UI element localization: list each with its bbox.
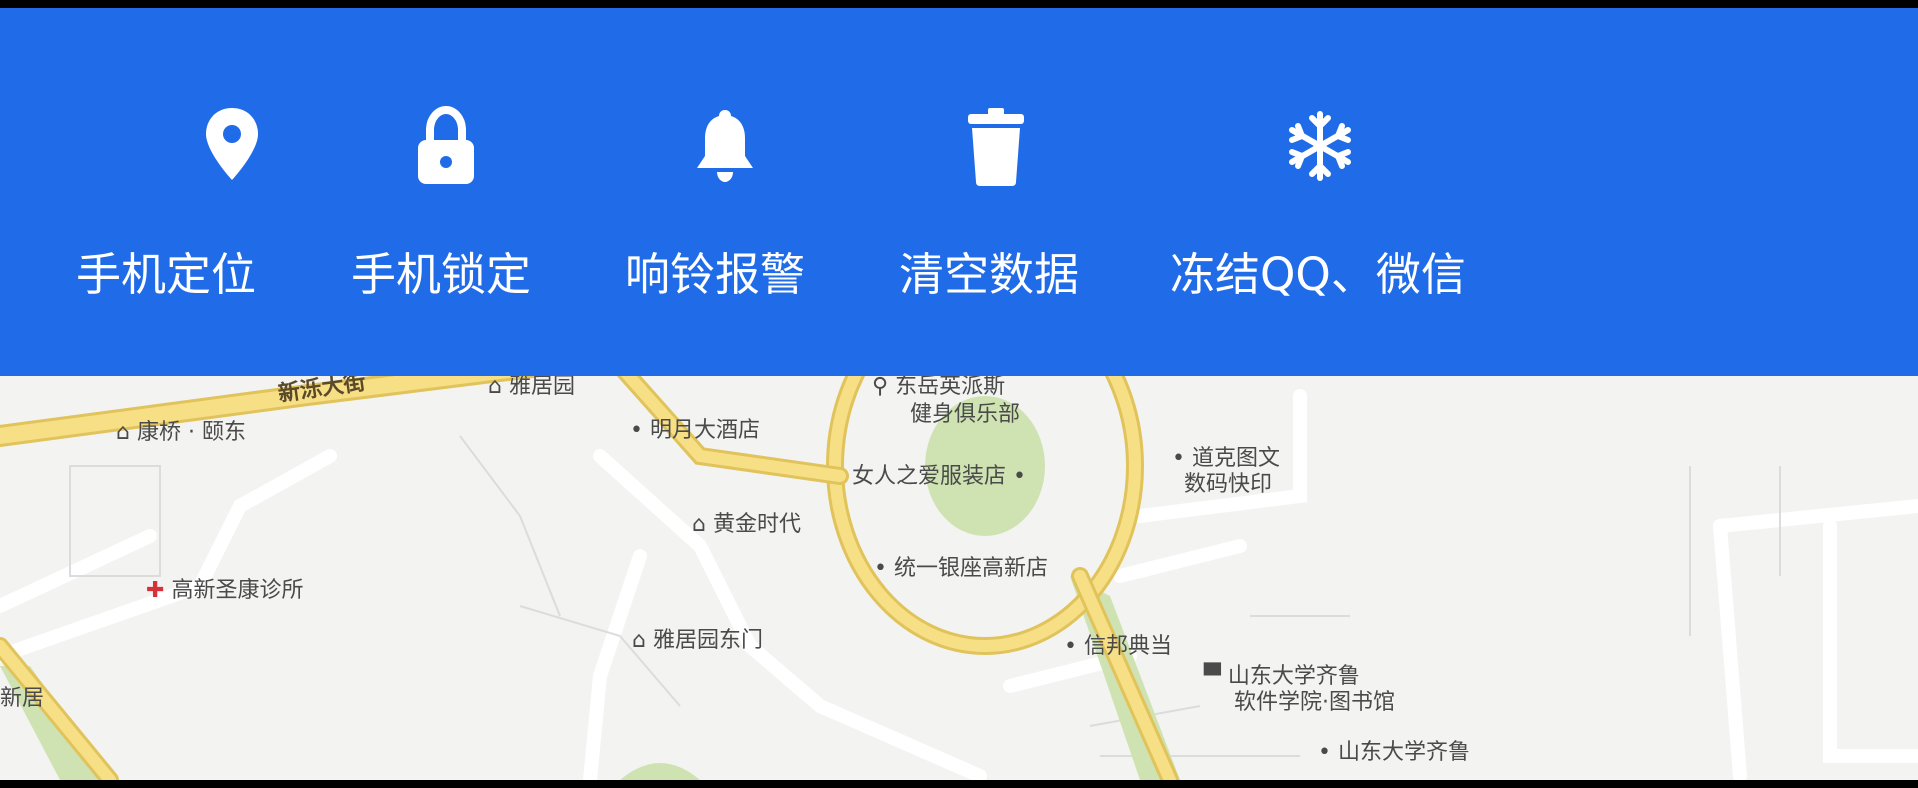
snowflake-icon bbox=[1289, 111, 1351, 181]
lock-phone-button[interactable]: 手机锁定 bbox=[338, 8, 558, 376]
map-poi-line2: 健身俱乐部 bbox=[910, 402, 1021, 427]
map-poi-line2: 软件学院·图书馆 bbox=[1234, 690, 1395, 715]
map-poi[interactable]: 新居 bbox=[0, 686, 44, 712]
screen-bottom-border bbox=[0, 780, 1918, 788]
map-poi[interactable]: • 山东大学齐鲁 bbox=[1318, 740, 1470, 766]
locate-phone-button[interactable]: 手机定位 bbox=[60, 8, 280, 376]
map-poi[interactable]: 女人之爱服装店 • bbox=[852, 464, 1026, 490]
location-pin-icon bbox=[206, 108, 258, 180]
map-poi[interactable]: ⌂ 雅居园 bbox=[488, 376, 575, 400]
map-poi[interactable]: ▀ 山东大学齐鲁 bbox=[1204, 664, 1360, 690]
trash-icon bbox=[968, 108, 1024, 186]
clear-data-button[interactable]: 清空数据 bbox=[892, 8, 1112, 376]
ring-alarm-button[interactable]: 响铃报警 bbox=[612, 8, 832, 376]
map-view[interactable]: 新泺大街 ⌂ 雅居园 ⌂ 康桥 · 颐东 • 明月大酒店 ⚲ 东岳英派斯 健身俱… bbox=[0, 376, 1918, 780]
lock-phone-label: 手机锁定 bbox=[351, 248, 532, 301]
map-poi[interactable]: ✚ 高新圣康诊所 bbox=[146, 578, 303, 604]
locate-phone-label: 手机定位 bbox=[76, 248, 257, 301]
freeze-qq-wechat-label: 冻结QQ、微信 bbox=[1170, 248, 1466, 301]
map-poi[interactable]: ⌂ 雅居园东门 bbox=[632, 628, 763, 654]
phone-actions-toolbar: 手机定位 手机锁定 响铃报警 清空数据 冻结QQ、微信 bbox=[0, 8, 1918, 376]
map-poi[interactable]: • 统一银座高新店 bbox=[874, 556, 1048, 582]
map-poi[interactable]: • 明月大酒店 bbox=[630, 418, 760, 444]
freeze-qq-wechat-button[interactable]: 冻结QQ、微信 bbox=[1170, 8, 1490, 376]
clear-data-label: 清空数据 bbox=[899, 248, 1080, 301]
map-poi[interactable]: • 道克图文 bbox=[1172, 446, 1280, 472]
map-poi-line2: 数码快印 bbox=[1184, 472, 1273, 497]
map-poi[interactable]: ⚲ 东岳英派斯 bbox=[872, 376, 1005, 400]
screen-top-border bbox=[0, 0, 1918, 8]
map-poi[interactable]: ⌂ 康桥 · 颐东 bbox=[116, 420, 246, 446]
bell-icon bbox=[697, 110, 753, 182]
lock-icon bbox=[418, 105, 474, 184]
ring-alarm-label: 响铃报警 bbox=[625, 248, 806, 301]
map-poi[interactable]: ⌂ 黄金时代 bbox=[692, 512, 801, 538]
map-poi[interactable]: • 信邦典当 bbox=[1064, 634, 1172, 660]
